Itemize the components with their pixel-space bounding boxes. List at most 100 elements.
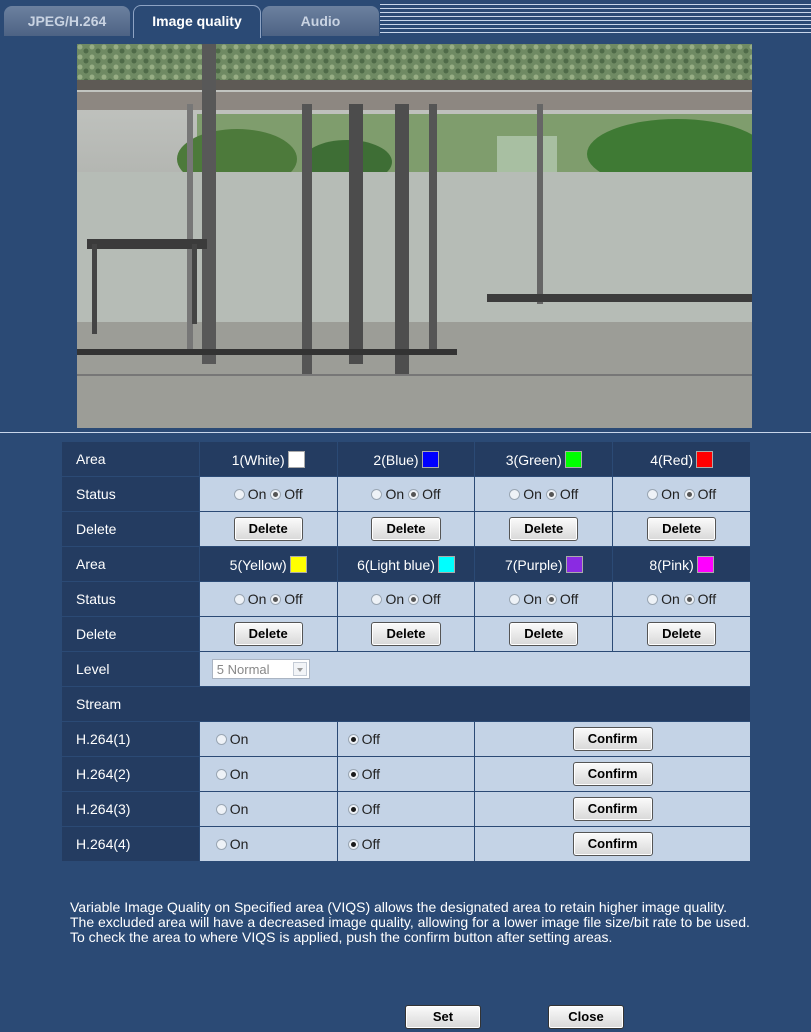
tab-audio[interactable]: Audio xyxy=(262,6,379,36)
on-label: On xyxy=(661,486,680,502)
area-4-label: 4(Red) xyxy=(650,451,693,468)
stream-row: H.264(1) On Off Confirm xyxy=(61,721,751,757)
off-label: Off xyxy=(284,591,303,607)
close-button[interactable]: Close xyxy=(548,1005,624,1029)
area-2-off-radio[interactable] xyxy=(408,489,420,500)
area-8-delete-button[interactable]: Delete xyxy=(647,622,717,646)
stream-1-on-radio[interactable] xyxy=(215,734,227,745)
stream-1-off-radio[interactable] xyxy=(347,734,359,745)
delete-row-2: Delete Delete Delete Delete Delete xyxy=(61,616,751,652)
area-5-off-radio[interactable] xyxy=(270,594,282,605)
area-5-delete-button[interactable]: Delete xyxy=(233,622,303,646)
stream-row: H.264(3) On Off Confirm xyxy=(61,791,751,827)
area-2-status: On Off xyxy=(336,476,476,512)
camera-image xyxy=(77,44,752,428)
off-label: Off xyxy=(361,836,381,852)
level-cell: 5 Normal xyxy=(198,651,752,687)
note-line-2: The excluded area will have a decreased … xyxy=(70,914,750,930)
off-label: Off xyxy=(284,486,303,502)
on-label: On xyxy=(229,801,249,817)
area-5-label: 5(Yellow) xyxy=(229,556,287,573)
area-6-delete-button[interactable]: Delete xyxy=(371,622,441,646)
level-value: 5 Normal xyxy=(216,662,270,677)
note-line-3: To check the area to where VIQS is appli… xyxy=(70,929,613,945)
area-7-on-radio[interactable] xyxy=(509,594,521,605)
area-5-on-radio[interactable] xyxy=(233,594,245,605)
area-6-header: 6(Light blue) xyxy=(336,546,476,582)
area-4-header: 4(Red) xyxy=(612,441,751,477)
on-label: On xyxy=(385,486,405,502)
stream-2-confirm-cell: Confirm xyxy=(474,756,751,792)
area-8-on-radio[interactable] xyxy=(647,594,659,605)
off-label: Off xyxy=(361,731,381,747)
area-7-delete-button[interactable]: Delete xyxy=(509,622,579,646)
area-8-status: On Off xyxy=(612,581,751,617)
area-6-label: 6(Light blue) xyxy=(357,556,435,573)
stream-2-on-radio[interactable] xyxy=(215,769,227,780)
stream-2-off-cell: Off xyxy=(336,756,476,792)
delete-row-1: Delete Delete Delete Delete Delete xyxy=(61,511,751,547)
area-label: Area xyxy=(61,441,200,477)
area-4-delete-cell: Delete xyxy=(612,511,751,547)
area-1-delete-button[interactable]: Delete xyxy=(233,517,303,541)
tab-jpeg-h264[interactable]: JPEG/H.264 xyxy=(4,6,130,36)
stream-label: H.264(2) xyxy=(61,756,200,792)
area-6-status: On Off xyxy=(336,581,476,617)
level-select[interactable]: 5 Normal xyxy=(211,659,310,679)
stream-4-on-radio[interactable] xyxy=(215,839,227,850)
stream-3-off-radio[interactable] xyxy=(347,804,359,815)
area-3-color-swatch xyxy=(564,450,582,468)
area-4-delete-button[interactable]: Delete xyxy=(647,517,717,541)
area-row-2: Area 5(Yellow) 6(Light blue) 7(Purple) 8… xyxy=(61,546,751,582)
stream-3-confirm-cell: Confirm xyxy=(474,791,751,827)
area-2-delete-button[interactable]: Delete xyxy=(371,517,441,541)
section-divider xyxy=(0,432,811,433)
tab-image-quality[interactable]: Image quality xyxy=(133,5,261,38)
set-button[interactable]: Set xyxy=(405,1005,481,1029)
area-3-delete-button[interactable]: Delete xyxy=(509,517,579,541)
area-3-on-radio[interactable] xyxy=(509,489,521,500)
stream-1-confirm-button[interactable]: Confirm xyxy=(572,727,653,751)
delete-label: Delete xyxy=(61,616,200,652)
area-3-header: 3(Green) xyxy=(474,441,614,477)
on-label: On xyxy=(523,591,542,607)
area-8-header: 8(Pink) xyxy=(612,546,751,582)
stream-4-confirm-button[interactable]: Confirm xyxy=(572,832,653,856)
area-8-off-radio[interactable] xyxy=(683,594,695,605)
area-7-off-radio[interactable] xyxy=(545,594,557,605)
area-4-off-radio[interactable] xyxy=(683,489,695,500)
area-1-on-radio[interactable] xyxy=(233,489,245,500)
status-label: Status xyxy=(61,581,200,617)
area-6-off-radio[interactable] xyxy=(408,594,420,605)
status-row-2: Status On Off On Off On Off On Off xyxy=(61,581,751,617)
stream-2-confirm-button[interactable]: Confirm xyxy=(572,762,653,786)
area-5-delete-cell: Delete xyxy=(198,616,338,652)
stream-4-off-radio[interactable] xyxy=(347,839,359,850)
area-1-delete-cell: Delete xyxy=(198,511,338,547)
area-3-off-radio[interactable] xyxy=(545,489,557,500)
area-7-header: 7(Purple) xyxy=(474,546,614,582)
tab-bar: JPEG/H.264 Image quality Audio xyxy=(0,0,811,38)
area-4-on-radio[interactable] xyxy=(647,489,659,500)
area-6-on-radio[interactable] xyxy=(371,594,383,605)
stream-1-on-cell: On xyxy=(198,721,338,757)
stream-3-on-radio[interactable] xyxy=(215,804,227,815)
on-label: On xyxy=(229,731,249,747)
stream-4-confirm-cell: Confirm xyxy=(474,826,751,862)
area-5-header: 5(Yellow) xyxy=(198,546,338,582)
area-label: Area xyxy=(61,546,200,582)
tab-bar-decoration xyxy=(380,4,811,36)
off-label: Off xyxy=(422,591,441,607)
stream-2-off-radio[interactable] xyxy=(347,769,359,780)
stream-1-confirm-cell: Confirm xyxy=(474,721,751,757)
stream-label: H.264(1) xyxy=(61,721,200,757)
area-7-status: On Off xyxy=(474,581,614,617)
note-line-1: Variable Image Quality on Specified area… xyxy=(70,899,728,915)
status-row-1: Status On Off On Off On Off On Off xyxy=(61,476,751,512)
level-row: Level 5 Normal xyxy=(61,651,752,687)
area-2-on-radio[interactable] xyxy=(371,489,383,500)
area-7-color-swatch xyxy=(565,555,583,573)
stream-3-confirm-button[interactable]: Confirm xyxy=(572,797,653,821)
area-1-off-radio[interactable] xyxy=(270,489,282,500)
camera-preview[interactable] xyxy=(77,44,752,428)
